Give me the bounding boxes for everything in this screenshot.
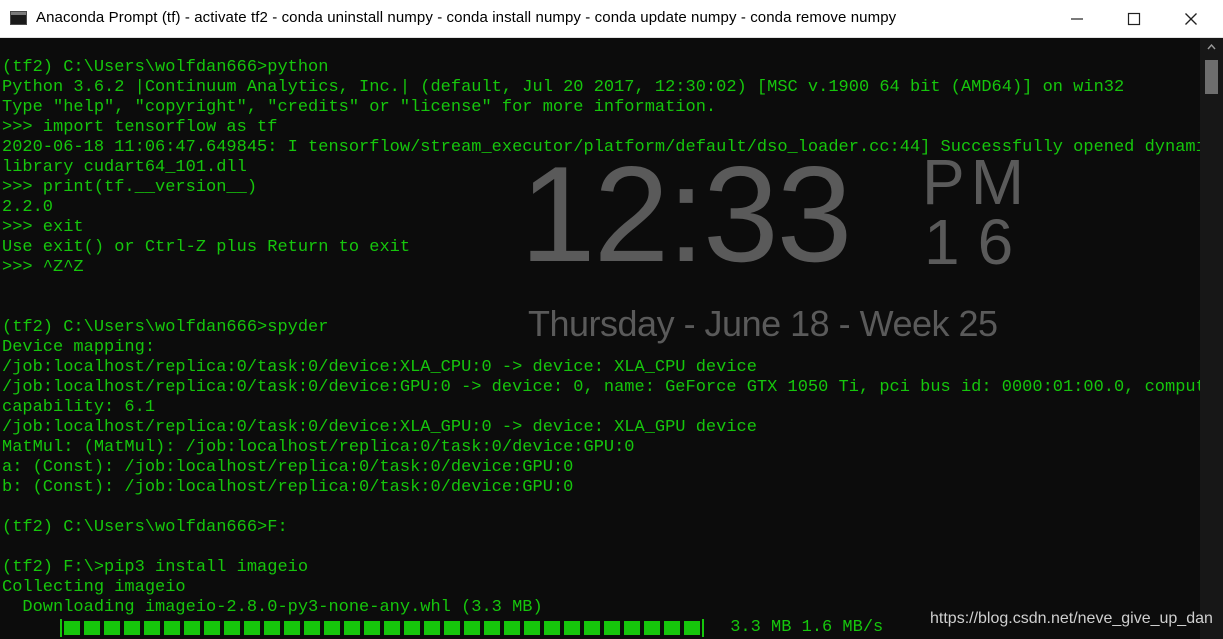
terminal-line: Collecting imageio [2,578,186,597]
terminal-line: (tf2) C:\Users\wolfdan666>F: [2,518,288,537]
terminal-line: 2020-06-18 11:06:47.649845: I tensorflow… [2,138,1200,157]
progress-bar-segment [544,621,560,635]
maximize-icon [1127,12,1141,26]
progress-bar-edge [60,619,62,637]
terminal-line: library cudart64_101.dll [2,158,247,177]
progress-bar-segment [624,621,640,635]
close-button[interactable] [1162,0,1219,37]
download-progress-bar [60,619,720,637]
window-title: Anaconda Prompt (tf) - activate tf2 - co… [36,9,897,26]
progress-bar-segment [244,621,260,635]
progress-bar-segment [424,621,440,635]
terminal-line: MatMul: (MatMul): /job:localhost/replica… [2,438,635,457]
minimize-icon [1071,18,1083,20]
progress-bar-segment [184,621,200,635]
progress-bar-segment [144,621,160,635]
terminal-line: Use exit() or Ctrl-Z plus Return to exit [2,238,411,257]
progress-bar-segment [684,621,700,635]
chevron-up-icon [1207,44,1216,50]
terminal-line: >>> import tensorflow as tf [2,118,278,137]
progress-bar-segment [64,621,80,635]
terminal-line: >>> print(tf.__version__) [2,178,258,197]
progress-bar-segment [444,621,460,635]
terminal-line: a: (Const): /job:localhost/replica:0/tas… [2,458,574,477]
terminal-line: Type "help", "copyright", "credits" or "… [2,98,717,117]
progress-bar-segment [84,621,100,635]
progress-bar-segment [504,621,520,635]
terminal-lines: (tf2) C:\Users\wolfdan666>python Python … [2,58,1200,618]
title-bar[interactable]: Anaconda Prompt (tf) - activate tf2 - co… [0,0,1223,38]
progress-bar-segment [644,621,660,635]
progress-bar-segment [104,621,120,635]
terminal-window: Anaconda Prompt (tf) - activate tf2 - co… [0,0,1223,639]
progress-bar-segment [164,621,180,635]
progress-bar-segment [604,621,620,635]
terminal-line: >>> exit [2,218,84,237]
progress-bar-segment [664,621,680,635]
progress-bar-segment [124,621,140,635]
terminal-line: (tf2) C:\Users\wolfdan666>python [2,58,329,77]
terminal-line: Device mapping: [2,338,156,357]
progress-bar-segment [584,621,600,635]
progress-bar-segment [564,621,580,635]
progress-bar-segment [284,621,300,635]
minimize-button[interactable] [1048,0,1105,37]
maximize-button[interactable] [1105,0,1162,37]
progress-bar-segment [464,621,480,635]
progress-bar-segment [344,621,360,635]
progress-bar-segment [524,621,540,635]
terminal-line: capability: 6.1 [2,398,156,417]
progress-bar-segment [404,621,420,635]
progress-bar-segment [384,621,400,635]
download-progress-text: 3.3 MB 1.6 MB/s [720,618,884,637]
close-icon [1185,13,1197,25]
terminal-line: 2.2.0 [2,198,54,217]
terminal-output[interactable]: 12:33 PM 16 Thursday - June 18 - Week 25… [0,38,1200,639]
scroll-up-button[interactable] [1200,38,1223,56]
terminal-line: Python 3.6.2 |Continuum Analytics, Inc.|… [2,78,1125,97]
progress-bar-edge [702,619,704,637]
scrollbar-thumb[interactable] [1205,60,1218,94]
terminal-line: b: (Const): /job:localhost/replica:0/tas… [2,478,574,497]
terminal-line: (tf2) F:\>pip3 install imageio [2,558,309,577]
progress-bar-segment [224,621,240,635]
progress-bar-segment [304,621,320,635]
progress-bar-segment [264,621,280,635]
terminal-line: /job:localhost/replica:0/task:0/device:G… [2,378,1200,397]
terminal-line: /job:localhost/replica:0/task:0/device:X… [2,358,757,377]
watermark-text: https://blog.csdn.net/neve_give_up_dan [930,610,1213,627]
progress-bar-segment [484,621,500,635]
terminal-line: /job:localhost/replica:0/task:0/device:X… [2,418,757,437]
terminal-app-icon [10,11,27,25]
vertical-scrollbar[interactable] [1200,38,1223,639]
progress-bar-segment [324,621,340,635]
terminal-line: >>> ^Z^Z [2,258,84,277]
terminal-line: (tf2) C:\Users\wolfdan666>spyder [2,318,329,337]
progress-bar-segment [204,621,220,635]
progress-bar-segment [364,621,380,635]
